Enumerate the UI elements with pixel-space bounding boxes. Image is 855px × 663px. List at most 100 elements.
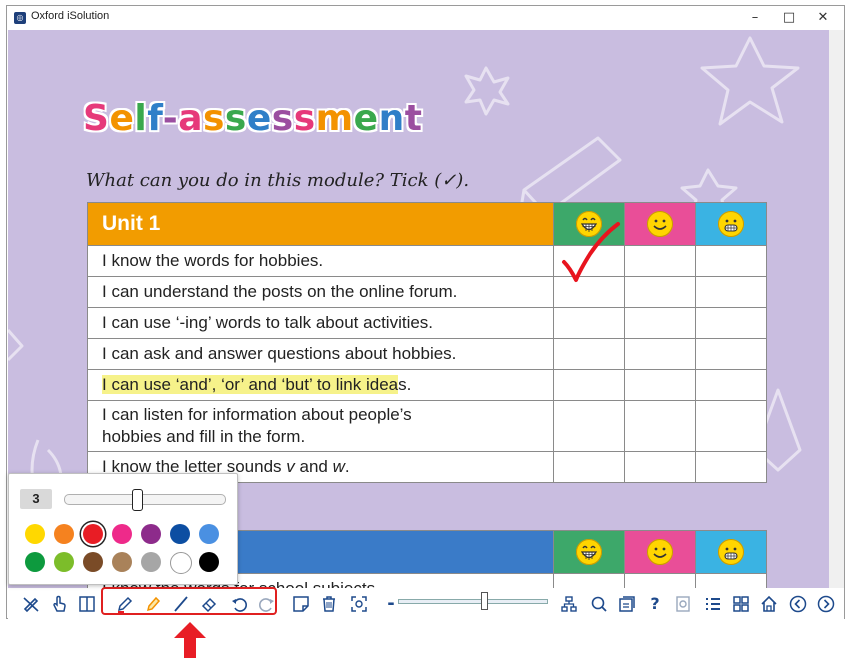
pen-size-slider-thumb[interactable] [131, 489, 143, 511]
trash-icon[interactable] [318, 593, 340, 615]
grimace-face-icon [718, 211, 744, 237]
smile-tick-cell[interactable] [624, 307, 696, 339]
color-swatch[interactable] [54, 524, 74, 544]
smile-tick-cell[interactable] [624, 245, 696, 277]
minimize-button[interactable]: – [738, 6, 772, 30]
instruction-text: What can you do in this module? Tick (✓)… [86, 170, 470, 191]
smile-tick-cell[interactable] [624, 369, 696, 401]
color-swatch[interactable] [54, 552, 74, 572]
smile-face-icon [647, 539, 673, 565]
page-structure-icon[interactable] [558, 593, 580, 615]
grimace-tick-cell[interactable] [695, 307, 767, 339]
grimace-tick-cell[interactable] [695, 276, 767, 308]
pen-size-slider-track[interactable] [64, 494, 226, 505]
handwritten-tick-mark [562, 222, 620, 282]
vertical-scrollbar[interactable] [829, 30, 844, 588]
smile-tick-cell[interactable] [624, 573, 696, 588]
statement-text: I can ask and answer questions about hob… [87, 338, 554, 370]
hand-pointer-icon[interactable] [48, 593, 70, 615]
statement-line-2: hobbies and fill in the form. [102, 427, 306, 446]
heading-letter: s [224, 97, 247, 140]
grin-tick-cell[interactable] [553, 338, 625, 370]
sticky-note-icon[interactable] [290, 593, 312, 615]
grimace-tick-cell[interactable] [695, 369, 767, 401]
heading-letter: f [146, 97, 163, 140]
color-swatch[interactable] [25, 524, 45, 544]
color-swatch[interactable] [141, 524, 161, 544]
settings-icon[interactable] [672, 593, 694, 615]
grin-tick-cell[interactable] [553, 573, 625, 588]
list-view-icon[interactable] [702, 593, 724, 615]
smile-tick-cell[interactable] [624, 400, 696, 452]
color-swatch[interactable] [112, 524, 132, 544]
smile-tick-cell[interactable] [624, 338, 696, 370]
color-swatch[interactable] [83, 524, 103, 544]
heading-letter: m [315, 97, 354, 140]
red-arrow-pointer [174, 622, 206, 658]
statement-text: I can use ‘and’, ‘or’ and ‘but’ to link … [87, 369, 554, 401]
search-zoom-icon[interactable] [588, 593, 610, 615]
color-swatch[interactable] [83, 552, 103, 572]
grin-tick-cell[interactable] [553, 369, 625, 401]
grimace-tick-cell[interactable] [695, 338, 767, 370]
color-swatch[interactable] [25, 552, 45, 572]
color-swatch[interactable] [141, 552, 161, 572]
zoom-slider-track[interactable] [398, 599, 548, 604]
heading-letter: t [404, 97, 423, 140]
grimace-tick-cell[interactable] [695, 573, 767, 588]
home-icon[interactable] [758, 593, 780, 615]
grimace-tick-cell[interactable] [695, 245, 767, 277]
maximize-button[interactable]: □ [772, 6, 806, 30]
unit1-title: Unit 1 [87, 202, 554, 246]
zoom-out-button[interactable]: - [380, 593, 402, 615]
grimace-face-icon [718, 539, 744, 565]
drawing-tools-highlight-box [101, 587, 277, 615]
grimace-column-header [695, 202, 767, 246]
statement-row: I can understand the posts on the online… [87, 276, 767, 308]
highlighted-text: I can use ‘and’, ‘or’ and ‘but’ to link … [102, 375, 399, 394]
heading-letter: - [162, 97, 179, 140]
help-button[interactable]: ? [644, 593, 666, 615]
heading-letter: a [177, 97, 203, 140]
heading-letter: e [109, 97, 135, 140]
smile-tick-cell[interactable] [624, 451, 696, 483]
grimace-column-header [695, 530, 767, 574]
grid-view-icon[interactable] [730, 593, 752, 615]
statement-text: I know the words for hobbies. [87, 245, 554, 277]
statement-row: I can use ‘-ing’ words to talk about act… [87, 307, 767, 339]
page-heading: Self-assessment [82, 97, 423, 140]
statement-row: I know the words for hobbies. [87, 245, 767, 277]
resources-icon[interactable] [616, 593, 638, 615]
pen-size-value: 3 [20, 489, 52, 509]
heading-letter: l [134, 97, 148, 140]
statement-text: I can listen for information about peopl… [87, 400, 554, 452]
color-swatch[interactable] [170, 524, 190, 544]
color-swatch[interactable] [199, 524, 219, 544]
grin-tick-cell[interactable] [553, 400, 625, 452]
heading-letter: n [378, 97, 405, 140]
statement-line-1: I can listen for information about peopl… [102, 405, 412, 424]
color-swatch[interactable] [170, 552, 192, 574]
heading-letter: s [293, 97, 316, 140]
heading-letter: e [246, 97, 272, 140]
hide-annotations-icon[interactable] [20, 593, 42, 615]
heading-letter: e [353, 97, 379, 140]
color-swatch[interactable] [112, 552, 132, 572]
statement-row: I can listen for information about peopl… [87, 400, 767, 452]
next-page-icon[interactable] [815, 593, 837, 615]
heading-letter: s [202, 97, 225, 140]
previous-page-icon[interactable] [787, 593, 809, 615]
grimace-tick-cell[interactable] [695, 400, 767, 452]
grin-tick-cell[interactable] [553, 451, 625, 483]
statement-text: I can use ‘-ing’ words to talk about act… [87, 307, 554, 339]
grin-tick-cell[interactable] [553, 307, 625, 339]
close-button[interactable]: ✕ [806, 6, 840, 30]
screenshot-icon[interactable] [348, 593, 370, 615]
smile-tick-cell[interactable] [624, 276, 696, 308]
color-swatch[interactable] [199, 552, 219, 572]
grimace-tick-cell[interactable] [695, 451, 767, 483]
grin-face-icon [576, 539, 602, 565]
split-view-icon[interactable] [76, 593, 98, 615]
zoom-slider-thumb[interactable] [480, 592, 488, 610]
statement-text: I can understand the posts on the online… [87, 276, 554, 308]
